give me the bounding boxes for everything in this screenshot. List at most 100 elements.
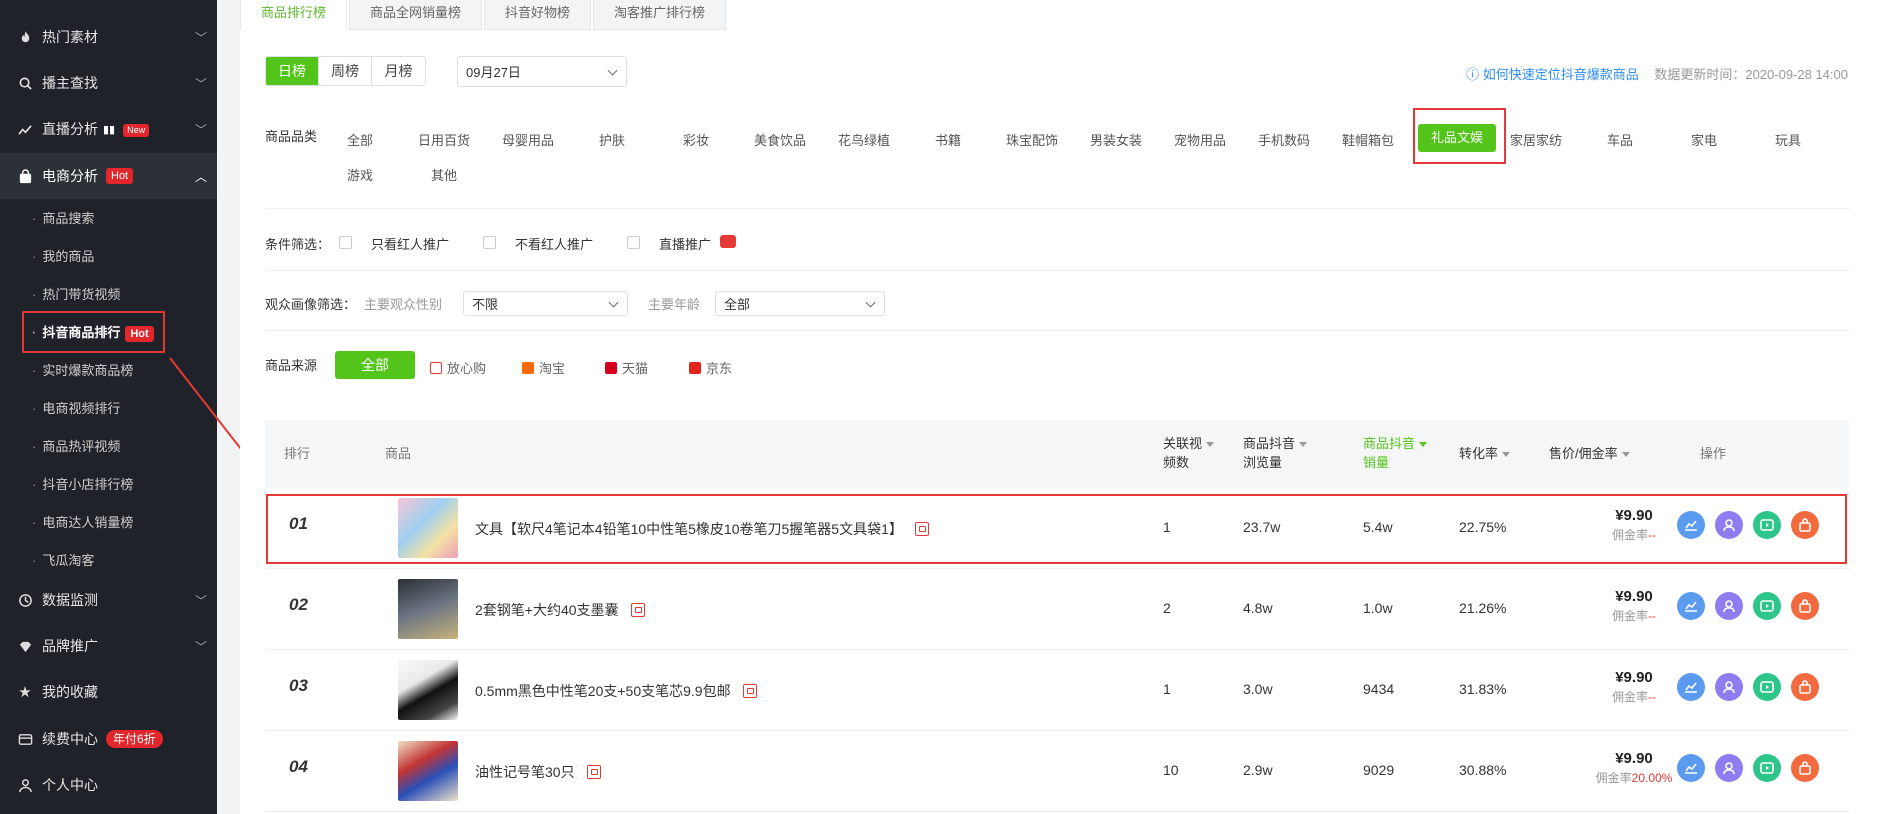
product-name[interactable]: 2套钢笔+大约40支墨囊 [475, 600, 645, 620]
category-3[interactable]: 护肤 [570, 130, 654, 149]
shop-button[interactable] [1791, 592, 1819, 620]
video-button[interactable] [1753, 754, 1781, 782]
category-12[interactable]: 鞋帽箱包 [1326, 130, 1410, 149]
product-thumbnail[interactable] [398, 741, 458, 801]
category-2[interactable]: 母婴用品 [486, 130, 570, 149]
product-thumbnail[interactable] [398, 660, 458, 720]
header-ops: 操作 [1700, 446, 1727, 461]
header-price[interactable]: 售价/佣金率 [1549, 444, 1630, 463]
category-6[interactable]: 花鸟绿植 [822, 130, 906, 149]
tab-taoke-promotion[interactable]: 淘客推广排行榜 [593, 0, 727, 30]
product-name[interactable]: 0.5mm黑色中性笔20支+50支笔芯9.9包邮 [475, 681, 757, 701]
category-16[interactable]: 家电 [1662, 130, 1746, 149]
header-video-count[interactable]: 关联视 频数 [1163, 434, 1215, 472]
checkbox-exclude-influencer[interactable] [483, 236, 496, 249]
divider [265, 208, 1849, 209]
category-label: 商品品类 [265, 129, 318, 144]
video-icon [1760, 600, 1774, 612]
sidebar-item-favorites[interactable]: ★ 我的收藏 [0, 677, 217, 707]
category-10[interactable]: 宠物用品 [1158, 130, 1242, 149]
table-row[interactable]: 03 0.5mm黑色中性笔20支+50支笔芯9.9包邮 1 3.0w 9434 31.83… [265, 650, 1849, 731]
source-fangxingou[interactable]: 放心购 [430, 358, 486, 377]
source-taobao[interactable]: 淘宝 [522, 358, 565, 377]
category-9[interactable]: 男装女装 [1074, 130, 1158, 149]
question-icon: ⓘ [1466, 67, 1480, 82]
category-18[interactable]: 游戏 [318, 165, 402, 184]
table-row[interactable]: 04 油性记号笔30只 10 2.9w 9029 30.88% ¥9.90 佣金率20.00% [265, 731, 1849, 812]
chevron-down-icon: ﹀ [194, 639, 207, 654]
sidebar-item-brand-promotion[interactable]: 品牌推广 ﹀ [0, 631, 217, 661]
tab-douyin-goods[interactable]: 抖音好物榜 [484, 0, 592, 30]
influencer-button[interactable] [1715, 754, 1743, 782]
sub-item-influencer-sales[interactable]: 电商达人销量榜 [0, 512, 217, 531]
video-button[interactable] [1753, 673, 1781, 701]
category-8[interactable]: 珠宝配饰 [990, 130, 1074, 149]
category-1[interactable]: 日用百货 [402, 130, 486, 149]
sales: 9434 [1363, 681, 1395, 697]
trend-button[interactable] [1677, 592, 1705, 620]
trend-button[interactable] [1677, 754, 1705, 782]
user-icon [1723, 681, 1735, 694]
period-month-button[interactable]: 月榜 [372, 57, 425, 85]
video-icon [1760, 762, 1774, 774]
chevron-down-icon [865, 297, 876, 308]
views: 3.0w [1243, 681, 1273, 697]
source-jd[interactable]: 京东 [689, 358, 732, 377]
age-select[interactable]: 全部 [715, 291, 885, 316]
sort-down-icon [1502, 452, 1511, 458]
source-tmall[interactable]: 天猫 [605, 358, 648, 377]
rank: 03 [289, 676, 308, 695]
product-name[interactable]: 油性记号笔30只 [475, 762, 601, 782]
tmall-icon [605, 361, 617, 374]
monitor-icon [16, 591, 34, 609]
star-icon: ★ [18, 684, 32, 701]
help-link[interactable]: ⓘ 如何快速定位抖音爆款商品 [1466, 67, 1639, 82]
category-0[interactable]: 全部 [318, 130, 402, 149]
sales: 9029 [1363, 762, 1395, 778]
sidebar-item-data-monitor[interactable]: 数据监测 ﹀ [0, 585, 217, 615]
category-19[interactable]: 其他 [402, 165, 486, 184]
date-select[interactable]: 09月27日 [457, 56, 627, 87]
period-day-button[interactable]: 日榜 [266, 57, 319, 85]
checkbox-only-influencer[interactable] [339, 236, 352, 249]
commission: 佣金率-- [1611, 609, 1656, 623]
highlight-box-category [1413, 108, 1506, 164]
price: ¥9.90 [1615, 588, 1653, 605]
gender-select[interactable]: 不限 [463, 291, 628, 316]
trend-icon [1685, 601, 1697, 612]
checkbox-live-promotion[interactable] [627, 236, 640, 249]
influencer-button[interactable] [1715, 592, 1743, 620]
category-4[interactable]: 彩妆 [654, 130, 738, 149]
conversion: 30.88% [1459, 762, 1507, 778]
header-sales[interactable]: 商品抖音 销量 [1363, 434, 1428, 472]
category-5[interactable]: 美食饮品 [738, 130, 822, 149]
category-7[interactable]: 书籍 [906, 130, 990, 149]
sidebar-item-personal-center[interactable]: 个人中心 [0, 770, 217, 800]
category-14[interactable]: 家居家纺 [1494, 130, 1578, 149]
age-label: 主要年龄 [648, 297, 701, 312]
video-count: 10 [1163, 762, 1179, 778]
bag-icon [1799, 599, 1811, 613]
sort-down-icon [1206, 442, 1215, 448]
header-conversion[interactable]: 转化率 [1459, 444, 1511, 463]
tab-product-ranking[interactable]: 商品排行榜 [240, 0, 348, 30]
period-week-button[interactable]: 周榜 [319, 57, 372, 85]
category-11[interactable]: 手机数码 [1242, 130, 1326, 149]
shop-button[interactable] [1791, 673, 1819, 701]
category-15[interactable]: 车品 [1578, 130, 1662, 149]
header-rank: 排行 [284, 446, 311, 461]
sidebar-item-renewal-center[interactable]: 续费中心 年付6折 [0, 724, 217, 754]
table-row[interactable]: 02 2套钢笔+大约40支墨囊 2 4.8w 1.0w 21.26% ¥9.90 佣金率-- [265, 569, 1849, 650]
sub-item-feigua-taoke[interactable]: 飞瓜淘客 [0, 550, 217, 569]
video-button[interactable] [1753, 592, 1781, 620]
category-17[interactable]: 玩具 [1746, 130, 1830, 149]
shop-button[interactable] [1791, 754, 1819, 782]
header-views[interactable]: 商品抖音 浏览量 [1243, 434, 1308, 472]
source-all-button[interactable]: 全部 [335, 351, 415, 379]
influencer-button[interactable] [1715, 673, 1743, 701]
divider [265, 270, 1849, 271]
tab-network-sales[interactable]: 商品全网销量榜 [349, 0, 483, 30]
product-thumbnail[interactable] [398, 579, 458, 639]
trend-button[interactable] [1677, 673, 1705, 701]
card-icon [16, 730, 34, 748]
